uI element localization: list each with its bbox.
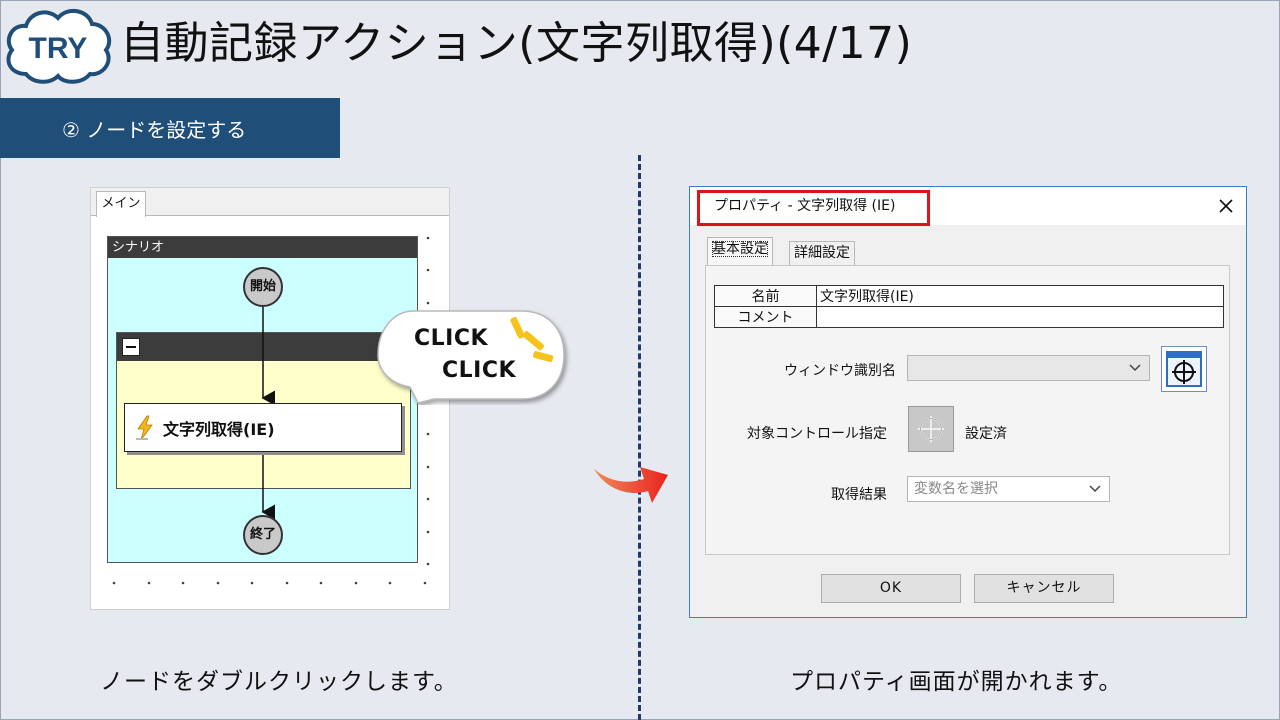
panel-divider xyxy=(638,155,641,720)
result-variable-select[interactable]: 変数名を選択 xyxy=(907,476,1110,502)
property-key: 名前 xyxy=(714,285,817,307)
end-node[interactable]: 終了 xyxy=(243,515,283,555)
tab-detail-settings[interactable]: 詳細設定 xyxy=(789,241,855,266)
left-caption: ノードをダブルクリックします。 xyxy=(100,669,458,695)
step-banner: ② ノードを設定する xyxy=(0,98,340,158)
start-node[interactable]: 開始 xyxy=(243,267,283,307)
window-target-icon xyxy=(1166,351,1202,387)
click-text-2: CLICK xyxy=(442,358,517,383)
table-row: コメント xyxy=(714,306,1224,328)
table-row: 名前 文字列取得(IE) xyxy=(714,285,1224,307)
flow-tab-bar: メイン xyxy=(91,188,449,217)
tab-basic-settings[interactable]: 基本設定 xyxy=(707,237,773,267)
window-picker-button[interactable] xyxy=(1161,346,1207,392)
try-badge: TRY xyxy=(2,4,114,86)
crosshair-icon xyxy=(917,415,945,443)
red-arrow-icon xyxy=(594,467,668,503)
action-node-label: 文字列取得(IE) xyxy=(163,419,275,439)
property-value[interactable]: 文字列取得(IE) xyxy=(816,285,1224,307)
property-key: コメント xyxy=(714,306,817,328)
tab-basic-label: 基本設定 xyxy=(712,241,768,257)
scenario-header: シナリオ xyxy=(108,237,417,258)
target-control-label: 対象コントロール指定 xyxy=(747,426,887,442)
right-caption: プロパティ画面が開かれます。 xyxy=(790,669,1123,695)
dialog-titlebar: プロパティ - 文字列取得 (IE) xyxy=(690,187,1246,226)
window-id-select[interactable] xyxy=(907,355,1150,381)
window-id-label: ウィンドウ識別名 xyxy=(784,363,896,379)
result-placeholder: 変数名を選択 xyxy=(914,481,998,497)
action-node-get-string[interactable]: 文字列取得(IE) xyxy=(124,403,402,452)
click-text-1: CLICK xyxy=(414,326,489,351)
cloud-icon: TRY xyxy=(6,8,112,84)
click-callout: CLICK CLICK xyxy=(374,303,574,405)
property-dialog: プロパティ - 文字列取得 (IE) 基本設定 詳細設定 名前 文字列取得(IE… xyxy=(689,186,1247,618)
speech-bubble-icon xyxy=(377,310,565,404)
property-table: 名前 文字列取得(IE) コメント xyxy=(714,285,1224,328)
property-value[interactable] xyxy=(816,306,1224,328)
chevron-down-icon xyxy=(1089,485,1101,493)
lightning-icon xyxy=(136,415,153,440)
target-control-button[interactable] xyxy=(908,406,954,452)
badge-text: TRY xyxy=(29,32,88,65)
close-icon[interactable] xyxy=(1216,196,1236,216)
ok-button[interactable]: OK xyxy=(821,574,961,603)
page-title: 自動記録アクション(文字列取得)(4/17) xyxy=(120,18,913,69)
title-highlight-box xyxy=(697,190,930,226)
cancel-button[interactable]: キャンセル xyxy=(974,574,1114,603)
result-label: 取得結果 xyxy=(831,487,887,503)
tab-main[interactable]: メイン xyxy=(96,191,146,217)
collapse-button[interactable] xyxy=(122,338,140,356)
group-header xyxy=(117,333,410,361)
chevron-down-icon xyxy=(1129,364,1141,372)
tab-content: 名前 文字列取得(IE) コメント ウィンドウ識別名 対象コントロール指定 設定… xyxy=(705,265,1230,555)
target-status: 設定済 xyxy=(965,426,1007,442)
